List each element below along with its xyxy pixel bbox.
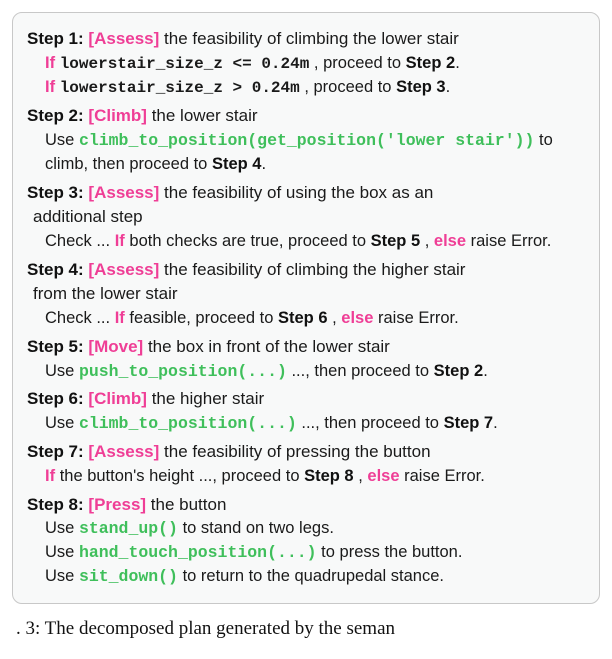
step-rest: the button: [151, 495, 227, 514]
step-7-head: Step 7: [Assess] the feasibility of pres…: [27, 440, 585, 465]
step-4-body: Check ... If feasible, proceed to Step 6…: [27, 307, 585, 331]
step-1-body-a: If lowerstair_size_z <= 0.24m , proceed …: [27, 52, 585, 76]
text: Check ...: [45, 232, 115, 250]
step-8-head: Step 8: [Press] the button: [27, 493, 585, 518]
step-num: Step 2:: [27, 106, 84, 125]
text: raise Error.: [378, 309, 459, 327]
step-rest: the higher stair: [152, 389, 264, 408]
step-action: [Assess]: [88, 260, 159, 279]
step-rest: the feasibility of climbing the higher s…: [164, 260, 465, 279]
text: raise Error.: [404, 467, 485, 485]
step-rest: the feasibility of climbing the lower st…: [164, 29, 459, 48]
code: lowerstair_size_z > 0.24m: [60, 79, 300, 97]
step-3-head-cont: additional step: [27, 205, 585, 230]
step-6-head: Step 6: [Climb] the higher stair: [27, 387, 585, 412]
text: Use: [45, 519, 79, 537]
step-1-head: Step 1: [Assess] the feasibility of clim…: [27, 27, 585, 52]
if-kw: If: [115, 309, 125, 327]
if-kw: If: [115, 232, 125, 250]
else-kw: else: [367, 467, 399, 485]
text: Use: [45, 131, 79, 149]
target: Step 4: [212, 155, 262, 173]
step-6-body: Use climb_to_position(...) ..., then pro…: [27, 412, 585, 436]
step-4-head: Step 4: [Assess] the feasibility of clim…: [27, 258, 585, 283]
step-rest: the lower stair: [152, 106, 258, 125]
if-kw: If: [45, 78, 55, 96]
step-8-body-1: Use stand_up() to stand on two legs.: [27, 517, 585, 541]
target: Step 3: [396, 78, 446, 96]
text: both checks are true, proceed to: [129, 232, 370, 250]
step-rest: the box in front of the lower stair: [148, 337, 390, 356]
fn: hand_touch_position(...): [79, 543, 317, 562]
step-2-head: Step 2: [Climb] the lower stair: [27, 104, 585, 129]
target: Step 8: [304, 467, 354, 485]
if-kw: If: [45, 467, 55, 485]
text: raise Error.: [471, 232, 552, 250]
step-num: Step 7:: [27, 442, 84, 461]
step-7-body: If the button's height ..., proceed to S…: [27, 465, 585, 489]
step-rest: the feasibility of pressing the button: [164, 442, 431, 461]
step-rest-cont: additional step: [33, 207, 143, 226]
step-action: [Assess]: [88, 29, 159, 48]
if-kw: If: [45, 54, 55, 72]
target: Step 5: [371, 232, 421, 250]
target: Step 6: [278, 309, 328, 327]
fn: sit_down(): [79, 567, 178, 586]
text: to return to the quadrupedal stance.: [183, 567, 444, 585]
step-num: Step 3:: [27, 183, 84, 202]
text: to stand on two legs.: [183, 519, 334, 537]
step-3-body: Check ... If both checks are true, proce…: [27, 230, 585, 254]
step-4-head-cont: from the lower stair: [27, 282, 585, 307]
fn: climb_to_position(...): [79, 414, 297, 433]
step-3-head: Step 3: [Assess] the feasibility of usin…: [27, 181, 585, 206]
text: Use: [45, 362, 79, 380]
step-action: [Assess]: [88, 183, 159, 202]
fn: climb_to_position(get_position('lower st…: [79, 131, 534, 150]
text: ,: [358, 467, 367, 485]
step-rest-cont: from the lower stair: [33, 284, 178, 303]
step-num: Step 8:: [27, 495, 84, 514]
text: , proceed to: [304, 78, 396, 96]
fn: stand_up(): [79, 519, 178, 538]
step-1-body-b: If lowerstair_size_z > 0.24m , proceed t…: [27, 76, 585, 100]
step-5-body: Use push_to_position(...) ..., then proc…: [27, 360, 585, 384]
text: ,: [332, 309, 341, 327]
step-action: [Move]: [88, 337, 143, 356]
text: the button's height ..., proceed to: [60, 467, 304, 485]
step-8-body-2: Use hand_touch_position(...) to press th…: [27, 541, 585, 565]
text: Use: [45, 414, 79, 432]
text: ..., then proceed to: [291, 362, 433, 380]
target: Step 2: [406, 54, 456, 72]
step-num: Step 1:: [27, 29, 84, 48]
step-8-body-3: Use sit_down() to return to the quadrupe…: [27, 565, 585, 589]
text: Use: [45, 543, 79, 561]
text: , proceed to: [314, 54, 406, 72]
step-num: Step 5:: [27, 337, 84, 356]
else-kw: else: [434, 232, 466, 250]
text: feasible, proceed to: [129, 309, 278, 327]
target: Step 2: [434, 362, 484, 380]
text: Check ...: [45, 309, 115, 327]
step-action: [Press]: [88, 495, 146, 514]
step-5-head: Step 5: [Move] the box in front of the l…: [27, 335, 585, 360]
text: to press the button.: [321, 543, 462, 561]
step-2-body: Use climb_to_position(get_position('lowe…: [27, 129, 585, 177]
text: Use: [45, 567, 79, 585]
plan-box: Step 1: [Assess] the feasibility of clim…: [12, 12, 600, 604]
fn: push_to_position(...): [79, 362, 287, 381]
step-num: Step 4:: [27, 260, 84, 279]
step-action: [Assess]: [88, 442, 159, 461]
step-rest: the feasibility of using the box as an: [164, 183, 433, 202]
step-num: Step 6:: [27, 389, 84, 408]
text: ..., then proceed to: [301, 414, 443, 432]
target: Step 7: [444, 414, 494, 432]
text: ,: [425, 232, 434, 250]
else-kw: else: [341, 309, 373, 327]
code: lowerstair_size_z <= 0.24m: [60, 55, 310, 73]
step-action: [Climb]: [88, 106, 147, 125]
step-action: [Climb]: [88, 389, 147, 408]
figure-caption: . 3: The decomposed plan generated by th…: [12, 618, 600, 640]
